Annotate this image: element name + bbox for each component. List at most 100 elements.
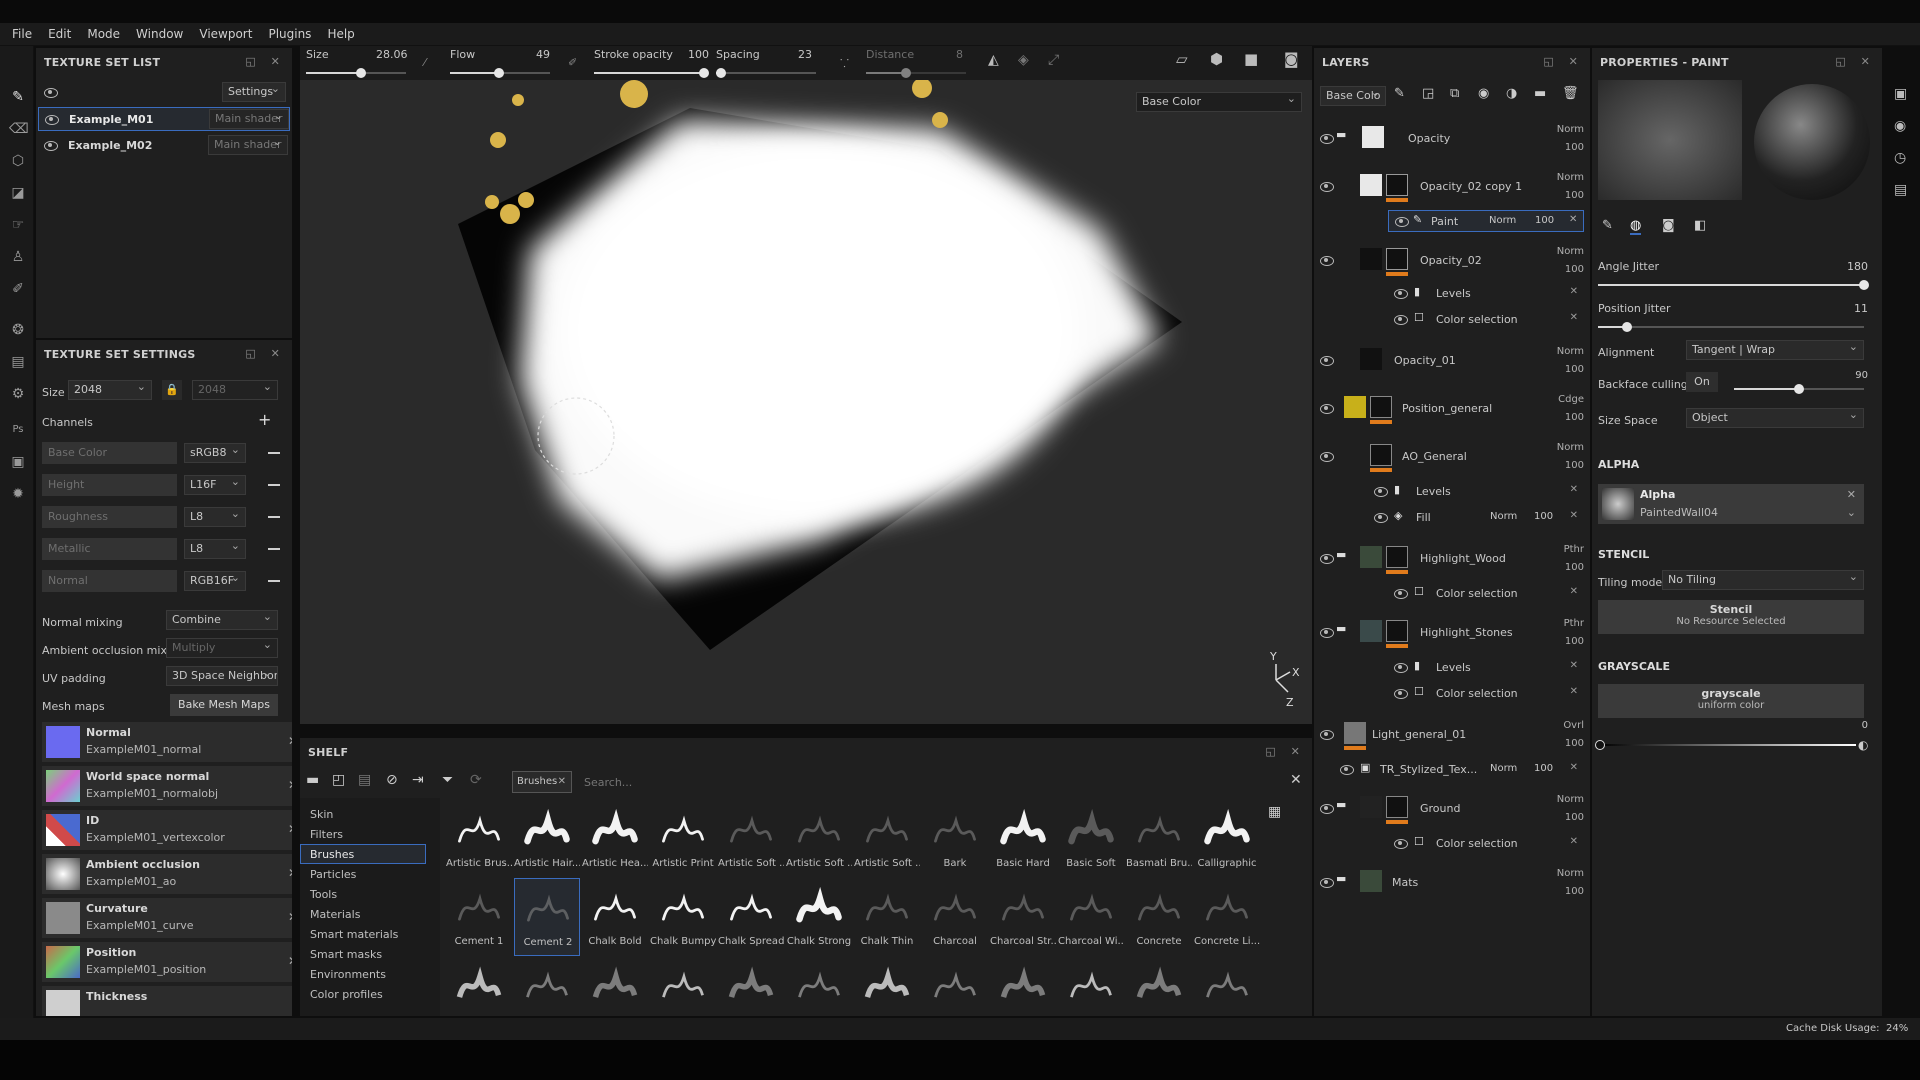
layer-blend[interactable]: Cdge <box>1558 394 1584 405</box>
brush-item[interactable] <box>446 956 512 1016</box>
brush-item[interactable]: Artistic Hair... <box>514 800 580 878</box>
effect-opacity[interactable]: 100 <box>1535 215 1554 226</box>
menu-item[interactable]: Edit <box>40 27 79 41</box>
eye-icon[interactable] <box>1318 552 1334 564</box>
brush-item[interactable]: Chalk Spread <box>718 878 784 956</box>
effect-row[interactable]: ◈ Fill Norm 100 ✕ <box>1314 506 1590 528</box>
layer-opacity[interactable]: 100 <box>1565 562 1584 573</box>
channel-format-dropdown[interactable]: RGB16F <box>184 571 246 591</box>
shelf-category[interactable]: Tools <box>310 888 337 901</box>
close-icon[interactable]: ✕ <box>1569 55 1578 68</box>
size-space-dropdown[interactable]: Object <box>1686 408 1864 428</box>
remove-effect-icon[interactable]: ✕ <box>1570 484 1578 495</box>
alignment-dropdown[interactable]: Tangent | Wrap <box>1686 340 1864 360</box>
brush-item[interactable]: Chalk Thin <box>854 878 920 956</box>
layer-row[interactable]: Opacity_01 Norm 100 <box>1314 338 1590 382</box>
shelf-category[interactable]: Skin <box>310 808 333 821</box>
screenshot-icon[interactable]: ◙ <box>1284 50 1299 68</box>
layer-blend[interactable]: Pthr <box>1564 544 1584 555</box>
mirror-icon[interactable]: ⤢ <box>1048 52 1059 68</box>
effect-row-selected[interactable]: ✎ Paint Norm 100 ✕ <box>1388 210 1584 232</box>
layer-row[interactable]: Light_general_01 Ovrl 100 <box>1314 712 1590 756</box>
angle-jitter-value[interactable]: 180 <box>1847 260 1868 273</box>
layer-opacity[interactable]: 100 <box>1565 142 1584 153</box>
texture-set-row[interactable]: Example_M01 Main shader <box>38 107 290 131</box>
mesh-map-slot[interactable]: Normal ExampleM01_normal ✕ <box>42 722 292 762</box>
folder-icon[interactable]: ▬ <box>306 772 319 788</box>
slider-knob[interactable] <box>716 68 726 78</box>
layer-row[interactable]: Position_general Cdge 100 <box>1314 386 1590 430</box>
brush-item[interactable]: Calligraphic <box>1194 800 1260 878</box>
shelf-category[interactable]: Environments <box>310 968 386 981</box>
layer-blend[interactable]: Norm <box>1557 246 1584 257</box>
eye-icon[interactable] <box>1318 728 1334 740</box>
eye-icon[interactable] <box>1318 876 1334 888</box>
effect-row[interactable]: ▣ TR_Stylized_Tex... Norm 100 ✕ <box>1314 758 1590 780</box>
remove-channel-icon[interactable] <box>268 516 280 518</box>
spacing-slider[interactable] <box>716 68 816 78</box>
brush-item[interactable]: Charcoal <box>922 878 988 956</box>
brush-item[interactable]: Charcoal Str... <box>990 878 1056 956</box>
mesh-map-slot[interactable]: Position ExampleM01_position ✕ <box>42 942 292 982</box>
add-fill-icon[interactable]: ◉ <box>1478 86 1489 101</box>
remove-effect-icon[interactable]: ✕ <box>1570 286 1578 297</box>
layer-row[interactable]: ▬ Opacity Norm 100 <box>1314 116 1590 158</box>
brush-item[interactable]: Concrete <box>1126 878 1192 956</box>
layer-blend[interactable]: Ovrl <box>1563 720 1584 731</box>
filter-tag[interactable]: Brushes ✕ <box>512 771 572 793</box>
brush-item[interactable]: Chalk Strong <box>786 878 852 956</box>
settings-dropdown[interactable]: Settings <box>222 82 286 102</box>
color-picker-icon[interactable]: ✐ <box>9 280 27 298</box>
grayscale-slot[interactable]: grayscale uniform color <box>1598 684 1864 718</box>
eye-icon[interactable] <box>1393 215 1409 227</box>
slider-knob[interactable] <box>1794 384 1804 394</box>
eye-icon[interactable] <box>1318 626 1334 638</box>
slider-knob[interactable] <box>901 68 911 78</box>
position-jitter-value[interactable]: 11 <box>1854 302 1868 315</box>
add-channel-icon[interactable]: + <box>258 410 271 429</box>
effect-row[interactable]: ☐ Color selection ✕ <box>1314 308 1590 330</box>
mesh-map-slot[interactable]: Ambient occlusion ExampleM01_ao ✕ <box>42 854 292 894</box>
bake-icon[interactable]: ❂ <box>9 321 27 339</box>
brush-item[interactable] <box>786 956 852 1016</box>
import-icon[interactable]: ⇥ <box>412 772 424 788</box>
layer-row[interactable]: ▬ Highlight_Wood Pthr 100 <box>1314 536 1590 580</box>
eye-icon[interactable] <box>1392 837 1408 849</box>
spacing-value[interactable]: 23 <box>798 48 812 61</box>
layer-blend[interactable]: Norm <box>1557 124 1584 135</box>
mesh-map-slot[interactable]: ID ExampleM01_vertexcolor ✕ <box>42 810 292 850</box>
database-icon[interactable]: ▤ <box>358 772 371 788</box>
effect-row[interactable]: ☐ Color selection ✕ <box>1314 682 1590 704</box>
shelf-category[interactable]: Particles <box>310 868 356 881</box>
layer-opacity[interactable]: 100 <box>1565 812 1584 823</box>
eye-icon[interactable] <box>1318 132 1334 144</box>
eye-icon[interactable] <box>1318 354 1334 366</box>
eye-icon[interactable] <box>1392 587 1408 599</box>
delete-layer-icon[interactable]: 🗑 <box>1562 86 1579 101</box>
menu-item[interactable]: Help <box>319 27 362 41</box>
viewport-2d-icon[interactable]: ▱ <box>1176 50 1188 68</box>
remove-effect-icon[interactable]: ✕ <box>1570 762 1578 773</box>
stencil-tab-icon[interactable]: ◙ <box>1662 218 1675 233</box>
brush-item[interactable] <box>922 956 988 1016</box>
effect-blend[interactable]: Norm <box>1490 763 1517 774</box>
distance-value[interactable]: 8 <box>956 48 963 61</box>
effect-row[interactable]: ☐ Color selection ✕ <box>1314 582 1590 604</box>
remove-effect-icon[interactable]: ✕ <box>1570 836 1578 847</box>
brush-item[interactable]: Chalk Bold <box>582 878 648 956</box>
eye-icon[interactable] <box>1318 180 1334 192</box>
remove-map-icon[interactable]: ✕ <box>288 954 292 968</box>
layer-row[interactable]: Opacity_02 Norm 100 <box>1314 238 1590 280</box>
shader-dropdown[interactable]: Main shader <box>208 135 288 155</box>
mesh-map-slot[interactable]: World space normal ExampleM01_normalobj … <box>42 766 292 806</box>
channel-format-dropdown[interactable]: L16F <box>184 475 246 495</box>
undock-icon[interactable]: ◱ <box>1543 55 1554 68</box>
effect-opacity[interactable]: 100 <box>1534 763 1553 774</box>
effect-row[interactable]: ▮ Levels ✕ <box>1314 282 1590 304</box>
effect-row[interactable]: ☐ Color selection ✕ <box>1314 832 1590 854</box>
remove-map-icon[interactable]: ✕ <box>288 778 292 792</box>
eye-icon[interactable] <box>1392 287 1408 299</box>
eye-icon[interactable] <box>43 113 59 125</box>
slider-knob[interactable] <box>1859 280 1869 290</box>
layer-blend[interactable]: Norm <box>1557 346 1584 357</box>
